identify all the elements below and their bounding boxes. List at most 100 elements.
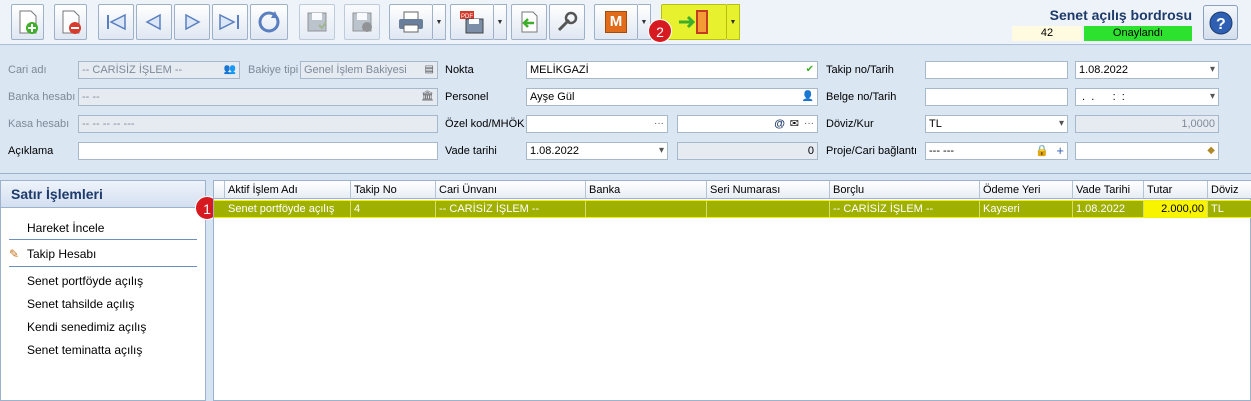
delete-icon [62, 10, 81, 34]
refresh-icon [258, 11, 280, 33]
belge-tarih-field[interactable]: . . : : ▾ [1075, 88, 1219, 106]
document-number: 42 [1012, 26, 1082, 41]
person-search-icon: 👤 [801, 91, 814, 102]
ozel-kod-label: Özel kod/MHÖK [445, 118, 525, 130]
menu-item-senet-tahsilde[interactable]: Senet tahsilde açılış [27, 297, 134, 311]
table-cell[interactable]: Kayseri [980, 201, 1073, 217]
previous-record-button[interactable] [136, 4, 172, 40]
print-dropdown[interactable]: ▼ [433, 4, 446, 40]
takip-no-field[interactable] [925, 61, 1068, 79]
menu-item-takip-hesabi[interactable]: Takip Hesabı [27, 247, 96, 261]
banka-hesabi-field[interactable]: -- -- 🏛 [78, 88, 438, 106]
row-operations-panel: Satır İşlemleri Hareket İncele ✎ Takip H… [0, 180, 206, 401]
column-header[interactable]: Borçlu [830, 181, 980, 199]
table-cell[interactable]: TL [1208, 201, 1251, 217]
tools-button[interactable] [549, 4, 585, 40]
doviz-select[interactable]: TL ▾ [925, 115, 1068, 133]
personel-field[interactable]: Ayşe Gül 👤 [526, 88, 818, 106]
first-record-button[interactable] [98, 4, 134, 40]
table-cell[interactable]: Senet portföyde açılış [225, 201, 351, 217]
ellipsis-icon: ··· [654, 118, 664, 129]
status-badge: Onaylandı [1084, 26, 1192, 41]
lock-icon[interactable]: 🔒 [1035, 143, 1049, 159]
import-icon [521, 11, 538, 33]
print-button[interactable] [389, 4, 433, 40]
cari-adi-label: Cari adı [8, 64, 47, 76]
column-header[interactable]: Seri Numarası [707, 181, 830, 199]
exit-icon [679, 10, 708, 34]
panel-title: Satır İşlemleri [1, 181, 205, 208]
add-button[interactable] [11, 4, 44, 40]
personel-label: Personel [445, 91, 489, 103]
divider [9, 266, 197, 267]
pdf-dropdown[interactable]: ▼ [494, 4, 507, 40]
chevron-down-icon: ▾ [1209, 64, 1215, 75]
ozel-kod-extra-field[interactable]: @ ✉ ··· [677, 115, 818, 133]
refresh-button[interactable] [250, 4, 288, 40]
save-button[interactable] [299, 4, 335, 40]
table-cell-amount[interactable]: 2.000,00 [1144, 201, 1208, 217]
bakiye-tipi-label: Bakiye tipi [248, 64, 299, 76]
nokta-field[interactable]: MELİKGAZİ ✔ [526, 61, 818, 79]
ozel-kod-field[interactable]: ··· [526, 115, 668, 133]
aciklama-field[interactable] [78, 142, 438, 160]
at-icon[interactable]: @ [774, 116, 785, 132]
bank-icon: 🏛 [421, 91, 434, 102]
column-header[interactable]: Takip No [351, 181, 436, 199]
column-header[interactable]: Tutar [1144, 181, 1208, 199]
previous-icon [145, 13, 161, 31]
kasa-hesabi-label: Kasa hesabı [8, 118, 70, 130]
data-grid: Aktif İşlem Adı Takip No Cari Ünvanı Ban… [213, 180, 1251, 401]
doviz-kur-label: Döviz/Kur [826, 118, 874, 130]
column-header[interactable]: Cari Ünvanı [436, 181, 586, 199]
proje-cari-field[interactable]: --- --- 🔒 + [925, 142, 1068, 160]
menu-item-senet-portfoyde[interactable]: Senet portföyde açılış [27, 274, 143, 288]
m-button[interactable]: M [594, 4, 638, 40]
takip-tarih-field[interactable]: 1.08.2022 ▾ [1075, 61, 1219, 79]
column-header[interactable]: Banka [586, 181, 707, 199]
eraser-icon[interactable]: ◆ [1207, 143, 1215, 159]
column-header[interactable]: Ödeme Yeri [980, 181, 1073, 199]
aciklama-label: Açıklama [8, 145, 54, 157]
column-header[interactable]: Vade Tarihi [1073, 181, 1144, 199]
import-button[interactable] [511, 4, 547, 40]
contacts-icon: 👥 [223, 64, 236, 75]
divider [9, 239, 197, 240]
last-record-button[interactable] [212, 4, 248, 40]
table-cell[interactable]: -- CARİSİZ İŞLEM -- [830, 201, 980, 217]
callout-badge-2: 2 [648, 19, 672, 43]
cari-adi-field[interactable]: -- CARİSİZ İŞLEM -- 👥 [78, 61, 240, 79]
delete-button[interactable] [54, 4, 87, 40]
menu-item-hareket-incele[interactable]: Hareket İncele [27, 221, 104, 235]
menu-item-kendi-senedimiz[interactable]: Kendi senedimiz açılış [27, 320, 146, 334]
vade-gun-field: 0 [677, 142, 818, 160]
column-header[interactable]: Aktif İşlem Adı [225, 181, 351, 199]
print-icon [399, 11, 423, 33]
proje-cari-extra-field[interactable]: ◆ [1075, 142, 1219, 160]
menu-item-senet-teminatta[interactable]: Senet teminatta açılış [27, 343, 142, 357]
table-row[interactable]: Senet portföyde açılış 4 -- CARİSİZ İŞLE… [214, 200, 1251, 218]
kasa-hesabi-field[interactable]: -- -- -- -- --- [78, 115, 438, 133]
next-record-button[interactable] [174, 4, 210, 40]
exit-dropdown[interactable]: ▼ [727, 4, 740, 40]
belge-no-label: Belge no/Tarih [826, 91, 897, 103]
belge-no-field[interactable] [925, 88, 1068, 106]
ellipsis-icon[interactable]: ··· [804, 116, 814, 132]
table-cell[interactable] [707, 201, 830, 217]
plus-icon[interactable]: + [1056, 143, 1064, 159]
last-icon [219, 13, 239, 31]
table-cell[interactable] [586, 201, 707, 217]
help-button[interactable]: ? [1203, 5, 1238, 40]
column-header[interactable]: Döviz [1208, 181, 1251, 199]
vade-tarihi-field[interactable]: 1.08.2022 ▾ [526, 142, 668, 160]
table-cell[interactable]: -- CARİSİZ İŞLEM -- [436, 201, 586, 217]
table-cell[interactable]: 1.08.2022 [1073, 201, 1144, 217]
mail-icon[interactable]: ✉ [790, 116, 799, 132]
chevron-down-icon: ▾ [1058, 118, 1064, 129]
bakiye-tipi-field[interactable]: Genel İşlem Bakiyesi ▤ [300, 61, 438, 79]
pdf-button[interactable]: PDF [450, 4, 494, 40]
check-icon: ✔ [805, 64, 814, 75]
table-cell[interactable]: 4 [351, 201, 436, 217]
pdf-icon: PDF [460, 11, 484, 34]
cancel-save-button[interactable] [344, 4, 380, 40]
